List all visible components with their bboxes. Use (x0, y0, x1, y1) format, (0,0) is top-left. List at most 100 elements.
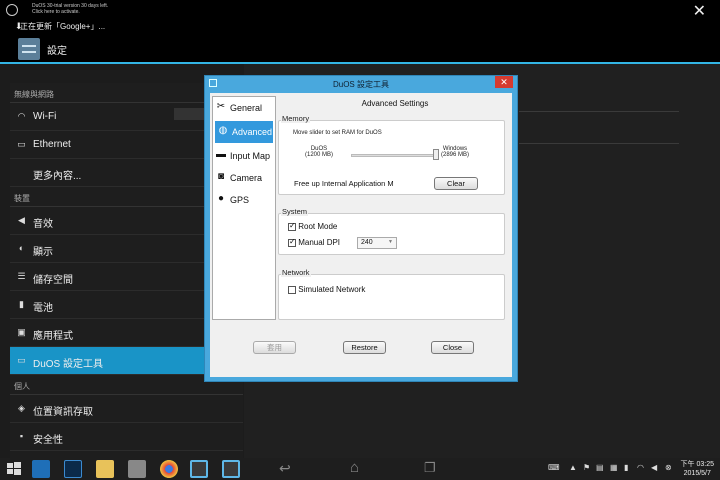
restore-button[interactable]: Restore (343, 341, 386, 354)
settings-item-label: 儲存空間 (33, 275, 73, 286)
dpi-select[interactable]: 240 ▼ (357, 237, 397, 249)
duos-settings-dialog: DuOS 設定工具 ✕ ✂ General ◍ Advanced ▬ Input… (204, 75, 518, 382)
android-status-bar: DuOS 30-trial version 30 days left. Clic… (0, 0, 720, 34)
close-button[interactable]: ✕ (495, 76, 513, 88)
chevron-down-icon: ▼ (388, 239, 393, 245)
apps-icon: ▣ (17, 327, 26, 337)
trial-notification[interactable]: DuOS 30-trial version 30 days left. Clic… (32, 3, 108, 15)
globe-icon: ◍ (218, 125, 228, 136)
keyboard-icon[interactable]: ⌨ (548, 463, 560, 472)
flag-icon[interactable]: ⚑ (583, 463, 590, 472)
clock[interactable]: 下午 03:25 2015/5/7 (681, 460, 714, 478)
divider (519, 143, 679, 144)
simulated-network-checkbox[interactable] (288, 285, 296, 294)
network-group: Network Simulated Network (278, 268, 505, 320)
nav-item-label: GPS (230, 195, 250, 205)
settings-item-label: 位置資訊存取 (33, 407, 93, 418)
close-icon[interactable]: ✕ (693, 1, 706, 21)
notification-icon[interactable]: ⊗ (665, 463, 672, 472)
internet-explorer-icon[interactable] (32, 460, 50, 478)
settings-item-label: 安全性 (33, 435, 63, 446)
nav-item-label: Camera (230, 173, 263, 183)
nav-item-label: Advanced (232, 127, 273, 137)
ram-slider-thumb[interactable] (433, 149, 440, 160)
chevron-up-icon[interactable]: ▲ (569, 463, 577, 472)
system-label: System (281, 207, 309, 216)
settings-item-location[interactable]: ◈ 位置資訊存取 (10, 395, 243, 423)
settings-item-label: 顯示 (33, 247, 53, 258)
clear-button[interactable]: Clear (434, 177, 478, 190)
settings-item-label: Wi-Fi (33, 111, 57, 122)
settings-item-label: DuOS 設定工具 (33, 359, 104, 370)
duos-icon: ▭ (17, 355, 26, 365)
apply-button[interactable]: 套用 (253, 341, 296, 354)
app-icon[interactable] (128, 460, 146, 478)
wifi-icon: ◠ (17, 111, 26, 121)
ram-slider-track[interactable] (351, 154, 437, 157)
duos-taskbar-icon[interactable] (190, 460, 208, 478)
manual-dpi-checkbox[interactable] (288, 237, 296, 247)
system-group: System Root Mode Manual DPI 240 ▼ (278, 207, 505, 255)
lock-icon: ▪ (19, 431, 24, 441)
photoshop-icon[interactable] (64, 460, 82, 478)
windows-start-icon[interactable] (5, 460, 23, 478)
network-icon[interactable]: ▤ (596, 463, 604, 472)
clock-date: 2015/5/7 (683, 470, 711, 477)
camera-icon: ◙ (217, 171, 225, 182)
nav-item-input-map[interactable]: ▬ Input Map (213, 145, 275, 167)
settings-item-label: 電池 (33, 303, 53, 314)
tools-icon: ✂ (216, 101, 226, 112)
dialog-titlebar[interactable]: DuOS 設定工具 ✕ (205, 76, 517, 92)
file-explorer-icon[interactable] (96, 460, 114, 478)
settings-nav: ✂ General ◍ Advanced ▬ Input Map ◙ Camer… (212, 96, 276, 320)
dialog-title: DuOS 設定工具 (332, 80, 389, 89)
duos-settings-taskbar-icon[interactable] (222, 460, 240, 478)
home-icon[interactable]: ⌂ (350, 459, 359, 476)
close-dialog-button[interactable]: Close (431, 341, 474, 354)
divider (519, 111, 679, 112)
simulated-network-row: Simulated Network (288, 285, 365, 294)
memory-hint: Move slider to set RAM for DuOS (293, 130, 382, 136)
recent-apps-icon[interactable]: ❐ (424, 460, 436, 476)
gamepad-icon: ▬ (216, 149, 226, 160)
content-title: Advanced Settings (361, 99, 429, 108)
map-pin-icon: ● (217, 193, 225, 204)
duos-notification-icon (6, 4, 18, 16)
brightness-icon: ◐ (18, 243, 25, 253)
clock-time: 下午 03:25 (680, 461, 714, 468)
back-icon[interactable]: ↩ (279, 460, 291, 477)
volume-icon[interactable]: ◀ (651, 463, 657, 472)
duos-ram-value: (1200 MB) (305, 152, 334, 158)
duos-ram-label: DuOS (1200 MB) (305, 146, 333, 158)
memory-group: Memory Move slider to set RAM for DuOS D… (278, 114, 505, 195)
settings-item-security[interactable]: ▪ 安全性 (10, 423, 243, 451)
wifi-toggle[interactable] (174, 108, 204, 120)
nav-item-advanced[interactable]: ◍ Advanced (215, 121, 273, 143)
nav-item-gps[interactable]: ● GPS (213, 189, 275, 211)
tray-app-icon[interactable]: ▦ (610, 463, 618, 472)
location-icon: ◈ (18, 403, 25, 413)
settings-icon (18, 38, 40, 60)
storage-icon: ☰ (17, 271, 26, 281)
windows-ram-value: (2896 MB) (441, 152, 470, 158)
settings-item-label: Ethernet (33, 139, 71, 150)
windows-taskbar: ↩ ⌂ ❐ ⌨ ▲ ⚑ ▤ ▦ ▮ ◠ ◀ ⊗ 下午 03:25 2015/5/… (0, 458, 720, 480)
manual-dpi-row: Manual DPI (288, 237, 340, 247)
nav-item-camera[interactable]: ◙ Camera (213, 167, 275, 189)
settings-item-label: 更多內容... (33, 171, 82, 182)
memory-label: Memory (281, 114, 311, 123)
settings-item-label: 音效 (33, 219, 53, 230)
chrome-icon[interactable] (160, 460, 178, 478)
wifi-icon[interactable]: ◠ (637, 463, 644, 472)
nav-item-label: General (230, 103, 263, 113)
update-notification[interactable]: 正在更新「Google+」... (20, 21, 105, 32)
root-mode-row: Root Mode (288, 221, 337, 231)
trial-line-2: Click here to activate. (32, 9, 80, 15)
settings-item-label: 應用程式 (33, 331, 73, 342)
battery-icon[interactable]: ▮ (624, 463, 628, 472)
dialog-body: ✂ General ◍ Advanced ▬ Input Map ◙ Camer… (210, 93, 512, 377)
battery-icon: ▮ (19, 299, 24, 309)
root-mode-checkbox[interactable] (288, 221, 296, 231)
network-label: Network (281, 268, 311, 277)
nav-item-general[interactable]: ✂ General (213, 97, 275, 119)
